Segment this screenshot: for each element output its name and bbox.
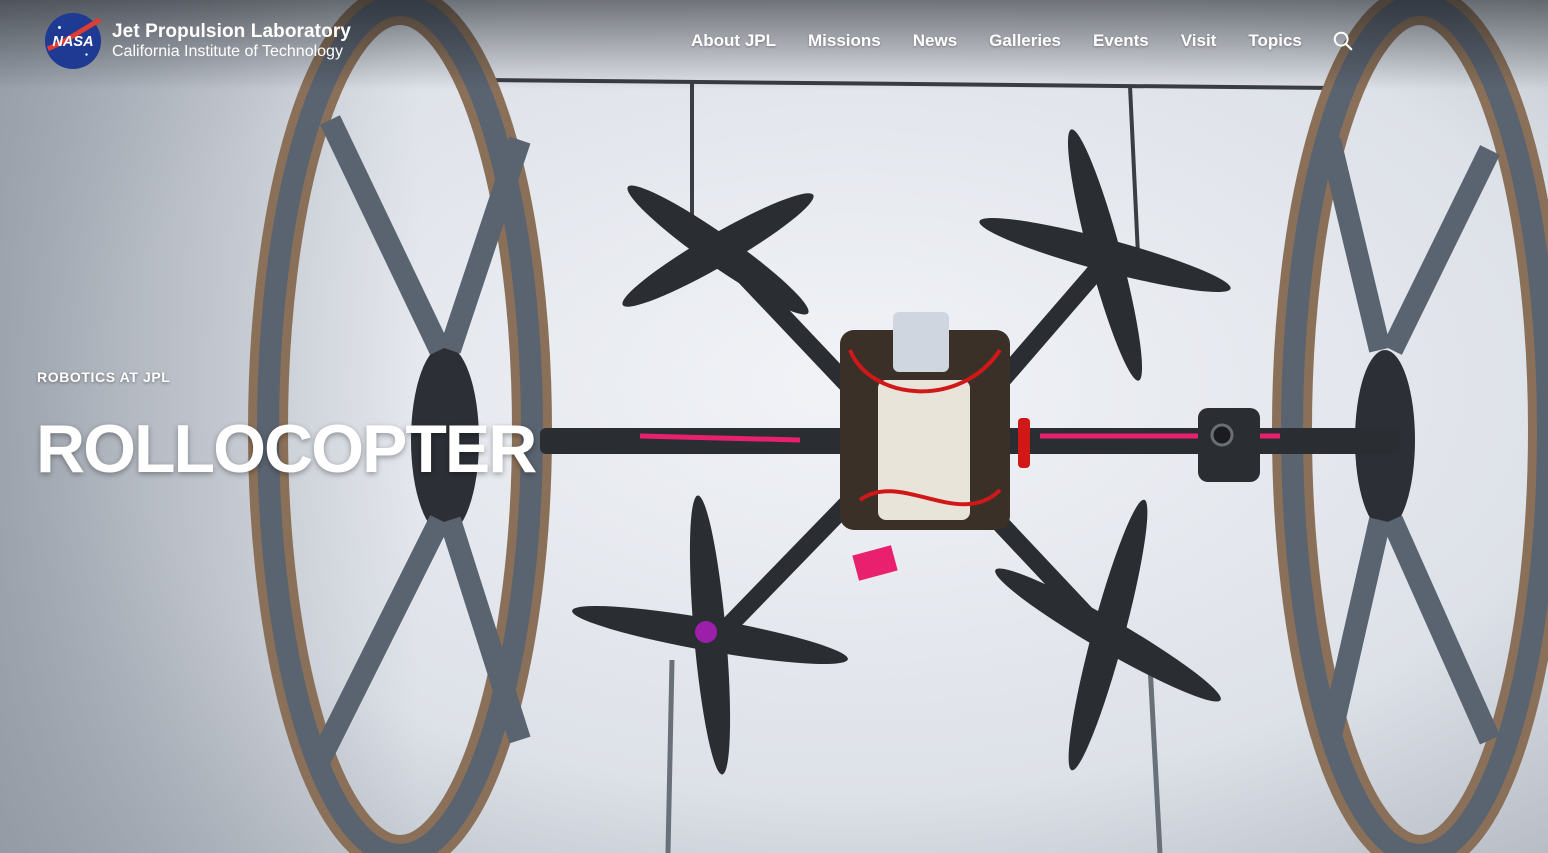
- search-icon[interactable]: [1332, 30, 1354, 52]
- org-subtitle: California Institute of Technology: [112, 42, 343, 60]
- main-nav: About JPL Missions News Galleries Events…: [691, 30, 1354, 52]
- svg-text:NASA: NASA: [52, 34, 93, 50]
- jpl-home-link[interactable]: NASA Jet Propulsion Laboratory Californi…: [44, 12, 351, 70]
- nav-item-news[interactable]: News: [913, 31, 957, 51]
- nav-item-events[interactable]: Events: [1093, 31, 1149, 51]
- org-title: Jet Propulsion Laboratory: [112, 20, 351, 42]
- nasa-logo-icon: NASA: [44, 12, 102, 70]
- nav-item-topics[interactable]: Topics: [1248, 31, 1302, 51]
- nav-item-about-jpl[interactable]: About JPL: [691, 31, 776, 51]
- nav-item-galleries[interactable]: Galleries: [989, 31, 1061, 51]
- nav-item-visit[interactable]: Visit: [1181, 31, 1217, 51]
- site-header: NASA Jet Propulsion Laboratory Californi…: [0, 0, 1548, 90]
- hero-eyebrow: ROBOTICS AT JPL: [37, 369, 171, 385]
- page-title: ROLLOCOPTER: [36, 411, 537, 487]
- nav-item-missions[interactable]: Missions: [808, 31, 881, 51]
